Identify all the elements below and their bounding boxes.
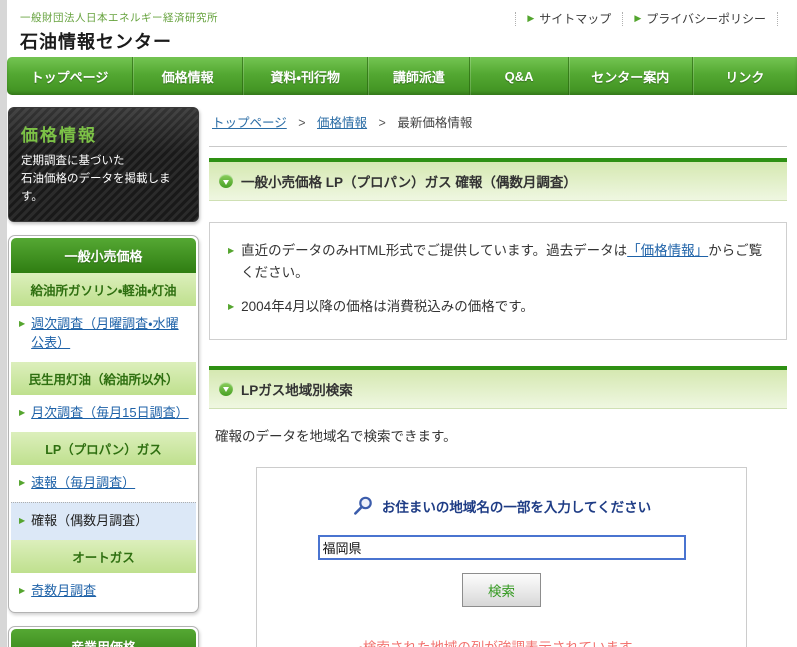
dotted-divider — [622, 11, 624, 26]
utility-links: ▶ サイトマップ ▶ プライバシーポリシー — [504, 10, 789, 27]
subhead-lp-gas: LP（プロパン）ガス — [11, 431, 196, 465]
nav-item-price-info[interactable]: 価格情報 — [133, 57, 244, 95]
notice-item: ▶ 2004年4月以降の価格は消費税込みの価格です。 — [228, 296, 768, 318]
triangle-bullet-icon: ▶ — [228, 302, 235, 312]
triangle-bullet-icon: ▶ — [19, 515, 26, 525]
menu-title-industrial: 産業用価格 — [11, 628, 196, 647]
menu-title-retail: 一般小売価格 — [11, 238, 196, 274]
body-wrap: 価格情報 定期調査に基づいた 石油価格のデータを掲載します。 一般小売価格 給油… — [7, 95, 797, 647]
search-prompt-label: お住まいの地域名の一部を入力してください — [381, 499, 652, 515]
privacy-policy-link-label: プライバシーポリシー — [646, 12, 766, 26]
breadcrumb-separator: > — [298, 116, 306, 130]
sitemap-link-label: サイトマップ — [539, 12, 612, 26]
nav-item-top-page[interactable]: トップページ — [7, 57, 134, 95]
sidebar-item-label: 週次調査（月曜調査・水曜公表） — [31, 316, 179, 351]
breadcrumb-separator: > — [378, 116, 386, 130]
sidebar-item-flash-report[interactable]: ▶ 速報（毎月調査） — [11, 464, 196, 502]
nav-item-lecturer-dispatch[interactable]: 講師派遣 — [368, 57, 471, 95]
sidebar-item-odd-month-survey[interactable]: ▶ 奇数月調査 — [11, 572, 196, 610]
notice-item: ▶ 直近のデータのみHTML形式でご提供しています。過去データは「価格情報」から… — [228, 240, 768, 283]
nav-item-qa[interactable]: Q&A — [470, 57, 569, 95]
banner-description: 定期調査に基づいた 石油価格のデータを掲載します。 — [21, 155, 171, 203]
search-button[interactable]: 検索 — [462, 572, 541, 607]
breadcrumb-current-page: 最新価格情報 — [397, 116, 473, 130]
arrow-right-icon: ▶ — [634, 13, 642, 23]
section-bullet-icon — [219, 174, 233, 188]
triangle-bullet-icon: ▶ — [19, 585, 26, 595]
breadcrumb-price-info[interactable]: 価格情報 — [317, 116, 367, 130]
sidebar-item-label: 速報（毎月調査） — [31, 474, 136, 490]
triangle-bullet-icon: ▶ — [19, 319, 26, 329]
main-content: トップページ > 価格情報 > 最新価格情報 一般小売価格 LP（プロパン）ガス… — [209, 95, 787, 647]
dotted-divider — [777, 11, 778, 26]
sidebar-item-weekly-survey[interactable]: ▶ 週次調査（月曜調査・水曜公表） — [11, 306, 196, 363]
region-search-panel: お住まいの地域名の一部を入力してください 検索 ・検索された地域の列が強調表示さ… — [256, 466, 747, 647]
arrow-right-icon: ▶ — [527, 13, 535, 23]
dotted-divider — [515, 11, 517, 26]
notice-text: 2004年4月以降の価格は消費税込みの価格です。 — [241, 299, 534, 315]
section-header-general-retail: 一般小売価格 LP（プロパン）ガス 確報（偶数月調査） — [209, 158, 787, 201]
triangle-bullet-icon: ▶ — [19, 408, 26, 418]
section-title: 一般小売価格 LP（プロパン）ガス 確報（偶数月調査） — [241, 175, 577, 190]
breadcrumb: トップページ > 価格情報 > 最新価格情報 — [209, 109, 787, 147]
sitemap-link[interactable]: ▶ サイトマップ — [527, 10, 611, 27]
sidebar-item-label: 確報（偶数月調査） — [31, 512, 149, 528]
notice-box: ▶ 直近のデータのみHTML形式でご提供しています。過去データは「価格情報」から… — [209, 222, 787, 340]
breadcrumb-top-page[interactable]: トップページ — [212, 116, 287, 130]
nav-item-center-guide[interactable]: センター案内 — [569, 57, 693, 95]
site-header: 一般財団法人日本エネルギー経済研究所 石油情報センター ▶ サイトマップ ▶ プ… — [7, 0, 797, 57]
sidebar-item-label: 月次調査（毎月15日調査） — [31, 405, 189, 421]
privacy-policy-link[interactable]: ▶ プライバシーポリシー — [634, 10, 766, 27]
site-brand[interactable]: 一般財団法人日本エネルギー経済研究所 石油情報センター — [7, 0, 797, 54]
subhead-autogas: オートガス — [11, 539, 196, 573]
triangle-bullet-icon: ▶ — [19, 477, 26, 487]
section-title: LPガス地域別検索 — [241, 382, 353, 398]
sidebar-item-monthly-survey-kerosene[interactable]: ▶ 月次調査（毎月15日調査） — [11, 395, 196, 432]
sidebar-menu-retail-prices: 一般小売価格 給油所ガソリン・軽油・灯油 ▶ 週次調査（月曜調査・水曜公表） 民… — [8, 235, 199, 613]
notice-text: 直近のデータのみHTML形式でご提供しています。過去データは「価格情報」からご覧… — [241, 243, 763, 280]
subhead-station-fuels: 給油所ガソリン・軽油・灯油 — [11, 273, 196, 307]
site-title: 石油情報センター — [20, 32, 172, 52]
price-info-inline-link[interactable]: 「価格情報」 — [627, 243, 708, 258]
search-prompt: お住まいの地域名の一部を入力してください — [257, 495, 746, 517]
sidebar-item-label: 奇数月調査 — [31, 582, 97, 598]
sidebar: 価格情報 定期調査に基づいた 石油価格のデータを掲載します。 一般小売価格 給油… — [8, 107, 199, 647]
nav-item-publications[interactable]: 資料・刊行物 — [243, 57, 369, 95]
subhead-household-kerosene: 民生用灯油（給油所以外） — [11, 362, 196, 396]
main-navigation: トップページ 価格情報 資料・刊行物 講師派遣 Q&A センター案内 リンク — [7, 57, 797, 95]
page-viewport: 一般財団法人日本エネルギー経済研究所 石油情報センター ▶ サイトマップ ▶ プ… — [0, 0, 797, 647]
page: 一般財団法人日本エネルギー経済研究所 石油情報センター ▶ サイトマップ ▶ プ… — [7, 0, 797, 647]
region-search-input[interactable] — [317, 534, 686, 560]
search-intro-text: 確報のデータを地域名で検索できます。 — [215, 428, 457, 444]
nav-item-links[interactable]: リンク — [693, 57, 797, 95]
banner-title: 価格情報 — [21, 126, 97, 145]
sidebar-menu-industrial-prices: 産業用価格 軽油 ▶ 月次調査 — [8, 625, 199, 647]
magnifier-icon — [353, 496, 372, 515]
search-highlight-note: ・検索された地域の列が強調表示されています。 — [257, 636, 746, 647]
triangle-bullet-icon: ▶ — [228, 246, 235, 255]
section-bullet-icon — [219, 381, 233, 396]
sidebar-item-confirmed-report-current[interactable]: ▶ 確報（偶数月調査） — [11, 501, 196, 540]
section-header-region-search: LPガス地域別検索 — [209, 365, 787, 409]
price-info-banner: 価格情報 定期調査に基づいた 石油価格のデータを掲載します。 — [8, 107, 199, 223]
